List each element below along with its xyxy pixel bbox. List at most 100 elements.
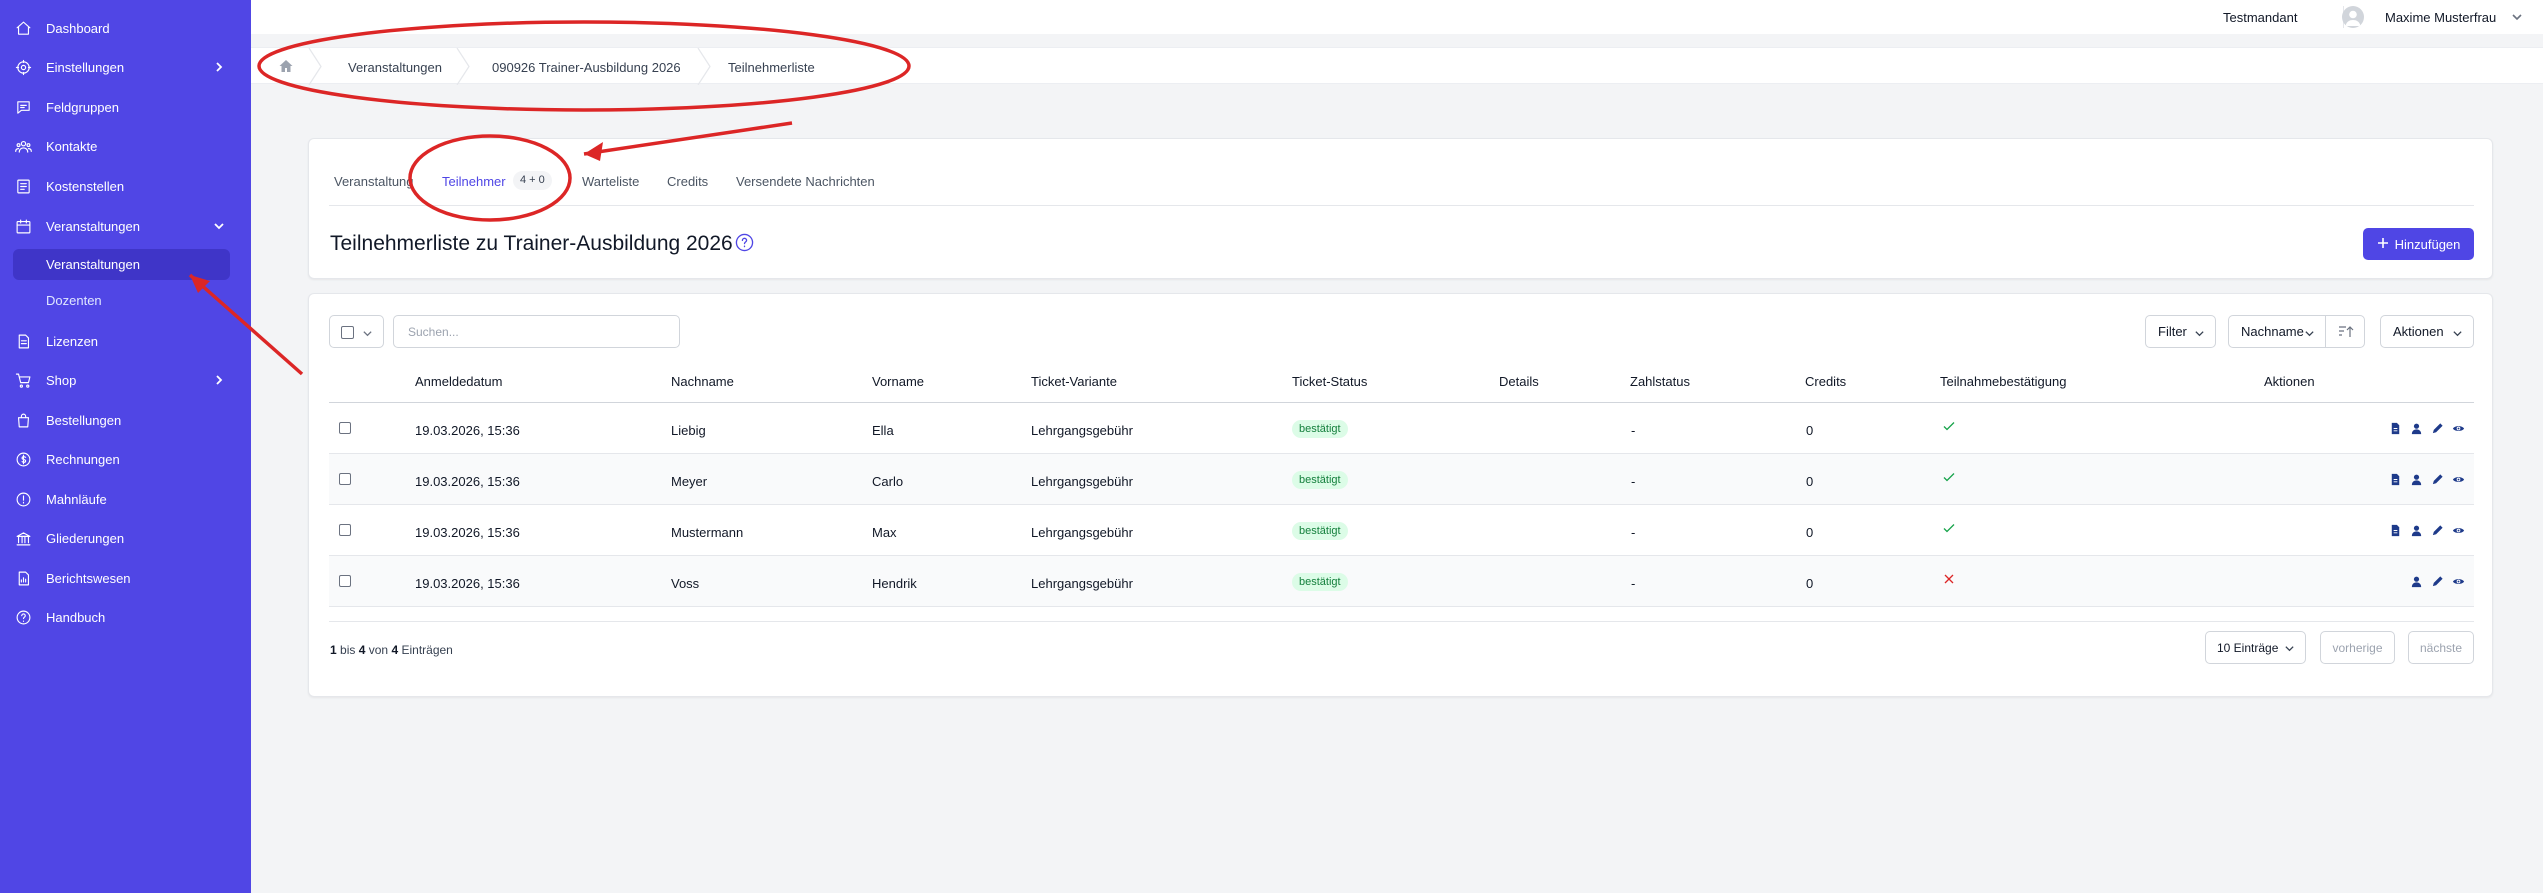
sidebar-subitem-veranstaltungen[interactable]: Veranstaltungen bbox=[13, 249, 230, 280]
breadcrumb: Veranstaltungen 090926 Trainer-Ausbildun… bbox=[251, 47, 2543, 86]
row-checkbox[interactable] bbox=[339, 473, 351, 485]
summary-entries: Einträgen bbox=[401, 643, 453, 657]
breadcrumb-teilnehmerliste: Teilnehmerliste bbox=[728, 60, 815, 75]
column-header-zahlstatus[interactable]: Zahlstatus bbox=[1630, 374, 1690, 389]
avatar[interactable] bbox=[2342, 6, 2364, 28]
sidebar-item-rechnungen[interactable]: Rechnungen bbox=[0, 442, 251, 476]
previous-page-button[interactable]: vorherige bbox=[2320, 631, 2395, 664]
document-icon[interactable] bbox=[2389, 524, 2402, 537]
alert-icon bbox=[15, 491, 32, 508]
eye-icon[interactable] bbox=[2452, 575, 2465, 588]
cell-nachname: Meyer bbox=[671, 474, 708, 489]
tab-credits[interactable]: Credits bbox=[667, 174, 708, 189]
sidebar-item-gliederungen[interactable]: Gliederungen bbox=[0, 521, 251, 555]
row-checkbox[interactable] bbox=[339, 524, 351, 536]
user-icon[interactable] bbox=[2410, 524, 2423, 537]
sidebar-subitem-dozenten[interactable]: Dozenten bbox=[13, 285, 230, 316]
bulk-select-dropdown[interactable] bbox=[329, 315, 384, 348]
eye-icon[interactable] bbox=[2452, 524, 2465, 537]
sidebar-item-berichtswesen[interactable]: Berichtswesen bbox=[0, 561, 251, 595]
column-header-credits[interactable]: Credits bbox=[1805, 374, 1846, 389]
status-badge: bestätigt bbox=[1292, 471, 1348, 489]
table-row: 19.03.2026, 15:36 Liebig Ella Lehrgangsg… bbox=[329, 403, 2474, 454]
user-icon[interactable] bbox=[2410, 473, 2423, 486]
next-page-button[interactable]: nächste bbox=[2408, 631, 2474, 664]
sidebar-item-label: Kostenstellen bbox=[46, 178, 125, 194]
pencil-icon[interactable] bbox=[2431, 422, 2444, 435]
user-icon[interactable] bbox=[2410, 575, 2423, 588]
select-all-checkbox[interactable] bbox=[341, 326, 354, 339]
user-icon[interactable] bbox=[2410, 422, 2423, 435]
sidebar-item-bestellungen[interactable]: Bestellungen bbox=[0, 403, 251, 437]
tenant-name[interactable]: Testmandant bbox=[2223, 10, 2297, 25]
pencil-icon[interactable] bbox=[2431, 575, 2444, 588]
document-icon[interactable] bbox=[2389, 422, 2402, 435]
actions-label: Aktionen bbox=[2393, 324, 2444, 339]
sidebar-item-lizenzen[interactable]: Lizenzen bbox=[0, 324, 251, 358]
cell-vorname: Hendrik bbox=[872, 576, 917, 591]
breadcrumb-veranstaltungen[interactable]: Veranstaltungen bbox=[348, 60, 442, 75]
table-row: 19.03.2026, 15:36 Voss Hendrik Lehrgangs… bbox=[329, 556, 2474, 607]
tab-teilnehmer[interactable]: Teilnehmer bbox=[442, 174, 506, 189]
sidebar-item-shop[interactable]: Shop bbox=[0, 363, 251, 397]
status-badge: bestätigt bbox=[1292, 522, 1348, 540]
sidebar-item-handbuch[interactable]: Handbuch bbox=[0, 600, 251, 634]
column-header-ticket-variante[interactable]: Ticket-Variante bbox=[1031, 374, 1117, 389]
top-bar: Testmandant Maxime Musterfrau bbox=[251, 0, 2543, 34]
table-row: 19.03.2026, 15:36 Mustermann Max Lehrgan… bbox=[329, 505, 2474, 556]
column-header-details[interactable]: Details bbox=[1499, 374, 1539, 389]
sidebar-item-feldgruppen[interactable]: Feldgruppen bbox=[0, 90, 251, 124]
filter-button[interactable]: Filter bbox=[2145, 315, 2216, 348]
tab-warteliste[interactable]: Warteliste bbox=[582, 174, 639, 189]
page-title: Teilnehmerliste zu Trainer-Ausbildung 20… bbox=[330, 232, 733, 255]
column-header-nachname[interactable]: Nachname bbox=[671, 374, 734, 389]
actions-dropdown[interactable]: Aktionen bbox=[2380, 315, 2474, 348]
column-header-ticket-status[interactable]: Ticket-Status bbox=[1292, 374, 1367, 389]
sidebar-item-label: Lizenzen bbox=[46, 333, 99, 349]
tab-veranstaltung[interactable]: Veranstaltung bbox=[334, 174, 414, 189]
search-input[interactable] bbox=[393, 315, 680, 348]
sidebar-item-kontakte[interactable]: Kontakte bbox=[0, 129, 251, 163]
pencil-icon[interactable] bbox=[2431, 473, 2444, 486]
column-header-anmeldedatum[interactable]: Anmeldedatum bbox=[415, 374, 502, 389]
add-button[interactable]: Hinzufügen bbox=[2363, 228, 2474, 260]
document-icon[interactable] bbox=[2389, 473, 2402, 486]
row-checkbox[interactable] bbox=[339, 422, 351, 434]
sidebar-item-mahnlaeufe[interactable]: Mahnläufe bbox=[0, 482, 251, 516]
column-header-teilnahmebestaetigung[interactable]: Teilnahmebestätigung bbox=[1940, 374, 2066, 389]
home-icon[interactable] bbox=[278, 58, 294, 74]
sort-direction-button[interactable] bbox=[2325, 315, 2365, 348]
pencil-icon[interactable] bbox=[2431, 524, 2444, 537]
sidebar-item-label: Gliederungen bbox=[46, 530, 125, 546]
table-footer-divider bbox=[329, 621, 2474, 622]
status-badge: bestätigt bbox=[1292, 573, 1348, 591]
summary-bis: bis bbox=[340, 643, 356, 657]
sidebar-item-kostenstellen[interactable]: Kostenstellen bbox=[0, 169, 251, 203]
row-checkbox[interactable] bbox=[339, 575, 351, 587]
chevron-down-icon[interactable] bbox=[2511, 11, 2523, 23]
cell-nachname: Liebig bbox=[671, 423, 706, 438]
sidebar-item-dashboard[interactable]: Dashboard bbox=[0, 11, 251, 45]
sidebar-item-veranstaltungen[interactable]: Veranstaltungen bbox=[0, 209, 251, 243]
column-header-vorname[interactable]: Vorname bbox=[872, 374, 924, 389]
chevron-right-icon bbox=[213, 61, 225, 73]
sidebar-item-einstellungen[interactable]: Einstellungen bbox=[0, 50, 251, 84]
chevron-down-icon bbox=[2284, 643, 2295, 654]
user-menu[interactable]: Maxime Musterfrau bbox=[2385, 10, 2496, 25]
cell-vorname: Ella bbox=[872, 423, 894, 438]
sort-field-select[interactable]: Nachname bbox=[2228, 315, 2326, 348]
cell-zahlstatus: - bbox=[1631, 423, 1636, 438]
page-size-select[interactable]: 10 Einträge bbox=[2205, 631, 2306, 664]
breadcrumb-event[interactable]: 090926 Trainer-Ausbildung 2026 bbox=[492, 60, 681, 75]
tab-versendete-nachrichten[interactable]: Versendete Nachrichten bbox=[736, 174, 875, 189]
eye-icon[interactable] bbox=[2452, 473, 2465, 486]
cell-credits: 0 bbox=[1806, 576, 1814, 591]
eye-icon[interactable] bbox=[2452, 422, 2465, 435]
cell-credits: 0 bbox=[1806, 474, 1814, 489]
check-icon bbox=[1942, 419, 1956, 433]
help-icon[interactable] bbox=[735, 233, 754, 252]
chat-icon bbox=[15, 99, 32, 116]
tab-divider bbox=[329, 205, 2474, 206]
chevron-down-icon bbox=[2452, 327, 2463, 338]
page-header-card: Veranstaltung Teilnehmer 4 + 0 Wartelist… bbox=[308, 138, 2493, 279]
